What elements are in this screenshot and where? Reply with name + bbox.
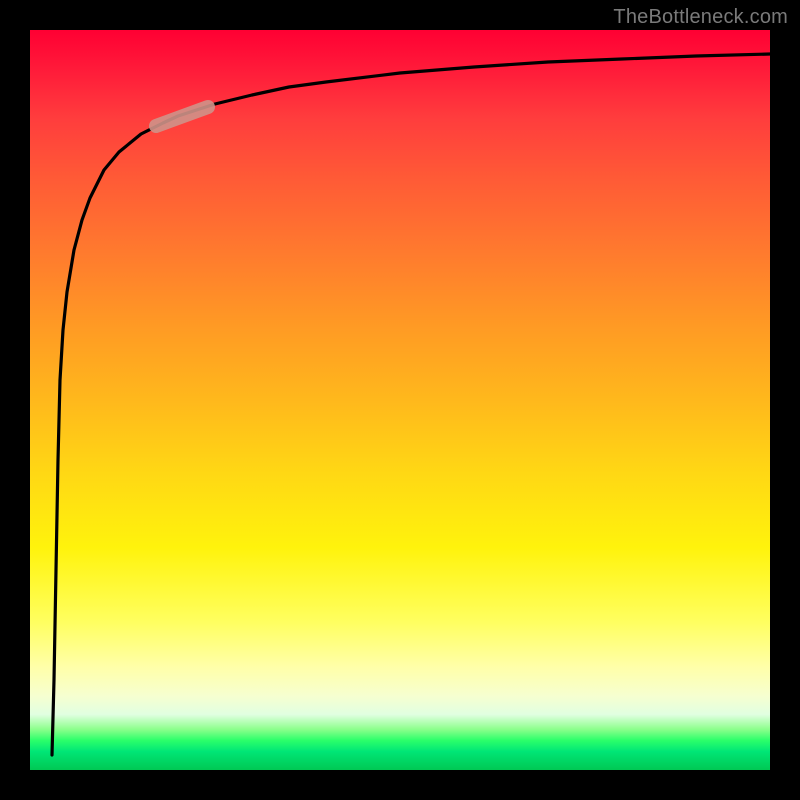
- curve-layer: [30, 30, 770, 770]
- curve-highlight: [156, 107, 208, 126]
- chart-stage: TheBottleneck.com: [0, 0, 800, 800]
- bottleneck-curve: [52, 54, 770, 755]
- plot-area: [30, 30, 770, 770]
- attribution-label: TheBottleneck.com: [613, 6, 788, 29]
